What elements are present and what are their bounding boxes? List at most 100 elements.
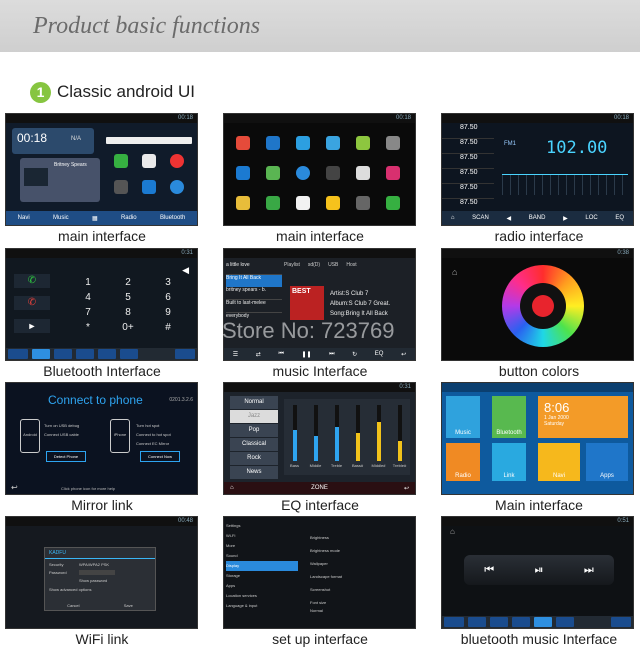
preset-item[interactable]: 87.50 (442, 124, 494, 139)
prev-icon[interactable]: ⏮ (278, 351, 283, 358)
menu-location[interactable]: Location services (226, 591, 298, 601)
apps-tile[interactable]: Apps (586, 443, 628, 481)
option-brightness[interactable]: Brightness (310, 531, 410, 544)
calendar-icon[interactable] (356, 166, 370, 180)
home-icon[interactable]: ⌂ (451, 215, 455, 221)
nav-radio[interactable]: Radio (121, 215, 137, 221)
password-field[interactable] (79, 570, 115, 575)
wechat-icon[interactable] (386, 196, 400, 210)
option-landscape[interactable]: Landscape format (310, 570, 410, 583)
dialer-tab[interactable] (468, 617, 486, 627)
preset-pop[interactable]: Pop (230, 424, 278, 437)
dialer-tab[interactable] (32, 349, 50, 359)
nav-bluetooth[interactable]: Bluetooth (160, 215, 185, 221)
detect-phone-button[interactable]: Detect Phone (46, 451, 86, 462)
music-tab[interactable] (534, 617, 552, 627)
home-icon[interactable]: ⌂ (452, 267, 457, 277)
playlist-item[interactable]: Built to last-melee (226, 300, 282, 313)
show-password-checkbox[interactable]: Show password (45, 575, 155, 583)
back-icon[interactable]: ↩ (404, 485, 409, 492)
search-bar[interactable] (106, 137, 192, 144)
menu-sound[interactable]: Sound (226, 551, 298, 561)
home-button[interactable] (444, 617, 464, 627)
tv-icon[interactable] (114, 180, 128, 194)
eq-button[interactable]: EQ (615, 215, 624, 221)
menu-display[interactable]: Display (226, 561, 298, 571)
eq-slider-track[interactable] (313, 405, 318, 461)
camera-icon[interactable] (326, 166, 340, 180)
next-icon[interactable]: ⏭ (584, 564, 594, 577)
key-5[interactable]: 5 (108, 292, 148, 303)
calllog-tab[interactable] (512, 617, 530, 627)
key-hash[interactable]: # (148, 322, 188, 333)
nav-music[interactable]: Music (53, 215, 69, 221)
home-icon[interactable]: ⌂ (230, 485, 234, 491)
preset-rock[interactable]: Rock (230, 452, 278, 465)
prev-icon[interactable]: ⏮ (484, 564, 494, 577)
eq-slider-track[interactable] (397, 405, 402, 461)
link-tile[interactable]: Link (492, 443, 526, 481)
send-icon[interactable] (326, 136, 340, 150)
home-icon[interactable]: ⌂ (450, 527, 455, 536)
bluetooth-tile[interactable]: Bluetooth (492, 396, 526, 438)
scan-button[interactable]: SCAN (472, 215, 489, 221)
volume-button[interactable]: ► (14, 319, 50, 333)
chat-icon[interactable] (296, 196, 310, 210)
music-tab[interactable] (98, 349, 116, 359)
prev-icon[interactable]: ◀ (506, 215, 511, 222)
app-s-icon[interactable] (266, 166, 280, 180)
key-2[interactable]: 2 (108, 277, 148, 288)
home-button[interactable] (8, 349, 28, 359)
bluetooth-icon[interactable] (236, 166, 250, 180)
preset-item[interactable]: 87.50 (442, 169, 494, 184)
video-icon[interactable] (356, 196, 370, 210)
settings-icon[interactable] (386, 136, 400, 150)
band-button[interactable]: BAND (529, 215, 546, 221)
option-brightness-mode[interactable]: Brightness mode (310, 544, 410, 557)
maps-icon[interactable] (236, 136, 250, 150)
option-screenshot[interactable]: Screenshot (310, 583, 410, 596)
eq-slider-track[interactable] (355, 405, 360, 461)
key-3[interactable]: 3 (148, 277, 188, 288)
key-9[interactable]: 9 (148, 307, 188, 318)
gallery-icon[interactable] (236, 196, 250, 210)
radio-tile[interactable]: Radio (446, 443, 480, 481)
back-icon[interactable]: ↩ (401, 351, 406, 358)
preset-normal[interactable]: Normal (230, 396, 278, 409)
tab-host[interactable]: Host (346, 262, 356, 268)
globe-icon[interactable] (170, 180, 184, 194)
play-icon[interactable] (296, 136, 310, 150)
eq-slider-track[interactable] (334, 405, 339, 461)
option-wallpaper[interactable]: Wallpaper (310, 557, 410, 570)
qq-icon[interactable] (326, 196, 340, 210)
shuffle-icon[interactable]: ⇄ (256, 351, 261, 358)
android-icon[interactable] (356, 136, 370, 150)
playlist-icon[interactable]: ☰ (233, 351, 238, 358)
key-4[interactable]: 4 (68, 292, 108, 303)
nav-navi[interactable]: Navi (18, 215, 30, 221)
advanced-options-checkbox[interactable]: Show advanced options (45, 583, 155, 592)
save-button[interactable]: Save (124, 603, 133, 608)
loc-button[interactable]: LOC (585, 215, 597, 221)
play-pause-icon[interactable]: ⏯ (535, 564, 544, 577)
menu-apps[interactable]: Apps (226, 581, 298, 591)
preset-item[interactable]: 87.50 (442, 139, 494, 154)
zone-button[interactable]: ZONE (311, 485, 328, 491)
music-icon[interactable] (386, 166, 400, 180)
preset-classical[interactable]: Classical (230, 438, 278, 451)
preset-item[interactable]: 87.50 (442, 184, 494, 199)
settings-tab[interactable] (556, 617, 574, 627)
qq-icon[interactable] (142, 154, 156, 168)
key-8[interactable]: 8 (108, 307, 148, 318)
eq-slider-track[interactable] (292, 405, 297, 461)
playlist-item[interactable]: britney spears - b. (226, 287, 282, 300)
key-7[interactable]: 7 (68, 307, 108, 318)
eq-button[interactable]: EQ (375, 351, 384, 357)
next-icon[interactable]: ▶ (563, 215, 568, 222)
bluetooth-icon[interactable] (142, 180, 156, 194)
key-1[interactable]: 1 (68, 277, 108, 288)
menu-wifi[interactable]: Wi-Fi (226, 531, 298, 541)
cancel-button[interactable]: Cancel (67, 603, 79, 608)
music-tile[interactable]: Music (446, 396, 480, 438)
eq-slider-track[interactable] (376, 405, 381, 461)
